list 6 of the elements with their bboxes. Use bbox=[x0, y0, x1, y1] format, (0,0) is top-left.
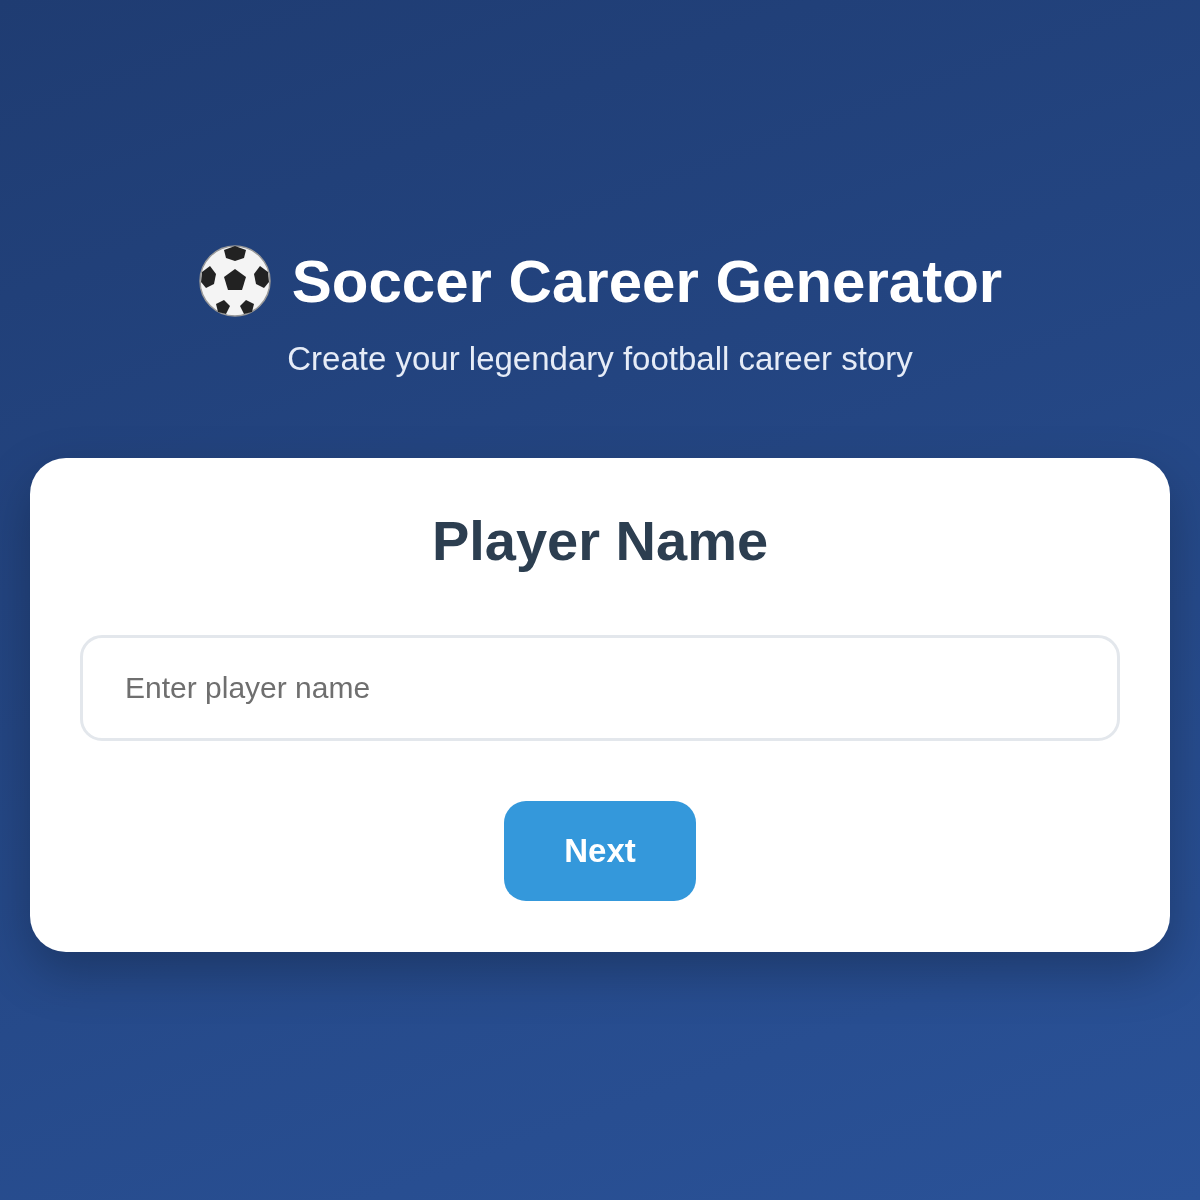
app-title: Soccer Career Generator bbox=[291, 246, 1003, 316]
app-subtitle: Create your legendary football career story bbox=[287, 340, 913, 378]
player-name-field[interactable]: Enter player name bbox=[80, 635, 1120, 741]
next-button[interactable]: Next bbox=[504, 801, 696, 901]
soccer-ball-icon bbox=[197, 244, 272, 318]
card-heading: Player Name bbox=[431, 508, 769, 573]
